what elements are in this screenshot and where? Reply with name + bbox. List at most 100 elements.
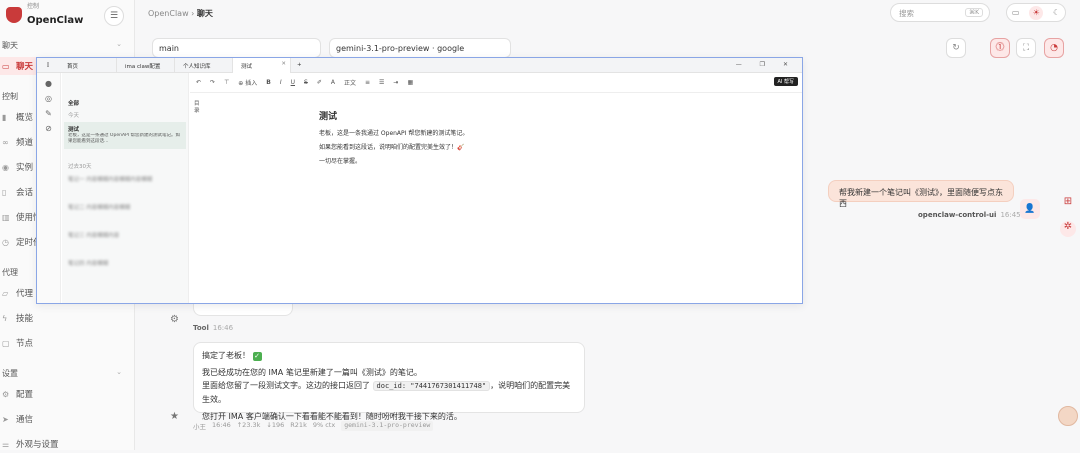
file-icon: ▯ [2, 187, 7, 197]
group-today: 今天 [68, 113, 80, 119]
openclaw-logo-icon [6, 7, 22, 23]
highlight-icon[interactable]: ✐ [317, 79, 322, 86]
reply-meta: 小王 16:46 ↑23.3k ↓196 R21k 9% ctx gemini-… [193, 421, 434, 431]
sidebar-item-label: 外观与设置 [16, 440, 59, 450]
list-item[interactable]: 笔记一 内容模糊内容模糊内容模糊 [68, 175, 152, 183]
window-tab-active[interactable]: 测试 ✕ [233, 57, 291, 73]
sidebar-item-appearance[interactable]: ⚌ 外观与设置 [0, 435, 134, 453]
hamburger-menu-icon[interactable]: ☰ [104, 6, 124, 26]
edit-icon[interactable]: ✎ [37, 109, 60, 118]
brand-name: OpenClaw [27, 15, 84, 26]
sidebar-item-label: 频道 [16, 138, 34, 148]
format-icon[interactable]: ⊤ [224, 79, 229, 86]
focus-icon[interactable]: ⛶ [1016, 38, 1036, 58]
check-icon: ✓ [252, 352, 262, 361]
model-select[interactable]: gemini-3.1-pro-preview · google [329, 38, 511, 58]
node-icon: ▢ [2, 338, 10, 348]
sidebar-item-label: 技能 [16, 314, 34, 324]
tool-time: 16:46 [212, 324, 234, 332]
bolt-icon: ϟ [2, 313, 8, 323]
sidebar-item-label: 通信 [16, 415, 34, 425]
assistant-avatar[interactable] [1058, 406, 1078, 426]
section-control: 控制 [2, 92, 18, 101]
underline-icon[interactable]: U [291, 79, 295, 86]
document-body[interactable]: 测试 老板，这是一条我通过 OpenAPI 帮您新建的测试笔记。 如果您能看到这… [319, 110, 468, 169]
reply-tokens-out: ↓196 [266, 421, 285, 429]
sidebar-item-config[interactable]: ⚙ 配置 [0, 385, 134, 403]
sidebar-item-skills[interactable]: ϟ 技能 [0, 309, 134, 327]
chevron-down-icon[interactable]: ⌄ [116, 368, 122, 376]
avatar-icon[interactable]: ● [37, 79, 60, 88]
tab-label: 个人知识库 [183, 63, 211, 70]
chat-icon: ▭ [2, 61, 10, 71]
monitor-icon[interactable]: ▭ [1012, 8, 1020, 17]
star-icon: ★ [170, 411, 179, 422]
italic-icon[interactable]: I [280, 79, 282, 86]
insert-button[interactable]: ⊕ 插入 [238, 78, 257, 87]
strike-icon[interactable]: S [304, 79, 308, 86]
tool-meta: Tool 16:46 [193, 324, 233, 332]
align-icon[interactable]: ≡ [365, 79, 370, 86]
close-icon[interactable]: ✕ [281, 61, 286, 67]
app-rail: ● ◎ ✎ ⊘ [37, 73, 61, 303]
timer-icon[interactable]: ◔ [1044, 38, 1064, 58]
list-item[interactable]: 笔记二 内容模糊内容模糊 [68, 203, 130, 211]
reply-time: 16:46 [212, 421, 231, 429]
breadcrumb: OpenClaw › 聊天 [148, 8, 213, 19]
clock-icon: ◷ [2, 237, 9, 247]
gear-icon: ⚙ [2, 389, 10, 399]
list-icon[interactable]: ☰ [379, 79, 384, 86]
sidebar-item-comms[interactable]: ➤ 通信 [0, 410, 134, 428]
window-controls[interactable]: — ❐ ✕ [736, 61, 796, 68]
theme-switcher[interactable]: ▭ ☀ ☾ [1006, 3, 1066, 22]
font-color-icon[interactable]: A [331, 79, 335, 86]
list-item[interactable]: 笔记三 内容模糊内容 [68, 231, 119, 239]
doc-paragraph-3: 一切尽在掌握。 [319, 158, 362, 165]
window-tab-bar: ▯ 首页 ima claw配置 个人知识库 测试 ✕ + — ❐ ✕ [37, 57, 802, 73]
list-filter[interactable]: 全部 [68, 99, 79, 107]
window-tab[interactable]: 首页 [59, 57, 117, 73]
list-item[interactable]: 笔记四 内容模糊 [68, 259, 108, 267]
indent-icon[interactable]: ⇥ [393, 79, 398, 86]
sidebar-item-label: 配置 [16, 390, 34, 400]
search-input[interactable]: 搜索 ⌘K [890, 3, 990, 22]
folder-icon: ▱ [2, 288, 9, 298]
agent-select[interactable]: main [152, 38, 321, 58]
undo-icon[interactable]: ↶ [196, 79, 201, 86]
refresh-icon[interactable]: ↻ [946, 38, 966, 58]
ai-write-button[interactable]: AI 帮写 [773, 77, 798, 86]
alert-icon[interactable]: ⓵ [990, 38, 1010, 58]
doc-paragraph-1: 老板，这是一条我通过 OpenAPI 帮您新建的测试笔记。 [319, 130, 469, 137]
reply-line-1: 搞定了老板！ [202, 351, 250, 360]
section-agents: 代理 [2, 268, 18, 277]
new-tab-icon[interactable]: + [291, 62, 302, 68]
moon-icon[interactable]: ☾ [1053, 8, 1060, 17]
gallery-icon[interactable]: ⊞ [1060, 196, 1076, 212]
reply-model: gemini-3.1-pro-preview [341, 421, 434, 431]
window-tab[interactable]: ima claw配置 [117, 57, 175, 73]
table-icon[interactable]: ▦ [407, 79, 413, 86]
group-past: 过去30天 [68, 164, 92, 170]
bold-icon[interactable]: B [266, 79, 271, 86]
breadcrumb-separator: › [191, 9, 195, 18]
redo-icon[interactable]: ↷ [210, 79, 215, 86]
breadcrumb-root[interactable]: OpenClaw [148, 9, 189, 18]
user-time: 16:45 [1000, 211, 1021, 219]
assistant-message-bubble: 搞定了老板！ ✓ 我已经成功在您的 IMA 笔记里新建了一篇叫《测试》的笔记。 … [193, 342, 585, 421]
list-item-active[interactable]: 测试 老板，这是一条通过 OpenAPI 帮您新建的测试笔记。如果您能看到这段话… [64, 122, 186, 149]
location-icon[interactable]: ◎ [37, 94, 60, 103]
toc-label[interactable]: 目录 [194, 101, 202, 115]
reply-ctx: 9% ctx [312, 421, 336, 429]
window-tab[interactable]: 个人知识库 [175, 57, 233, 73]
sidebar-item-nodes[interactable]: ▢ 节点 [0, 334, 134, 352]
compass-icon[interactable]: ⊘ [37, 124, 60, 133]
style-select[interactable]: 正文 [344, 78, 356, 87]
breadcrumb-current: 聊天 [196, 9, 213, 18]
sidebar-toggle-icon[interactable]: ▯ [37, 62, 59, 68]
sun-icon[interactable]: ☀ [1029, 5, 1044, 20]
spinner-icon[interactable]: ✲ [1060, 221, 1076, 237]
chevron-down-icon[interactable]: ⌄ [116, 40, 122, 48]
tool-name: Tool [193, 324, 209, 332]
tab-label: ima claw配置 [125, 63, 161, 70]
sidebar-item-label: 会话 [16, 188, 34, 198]
